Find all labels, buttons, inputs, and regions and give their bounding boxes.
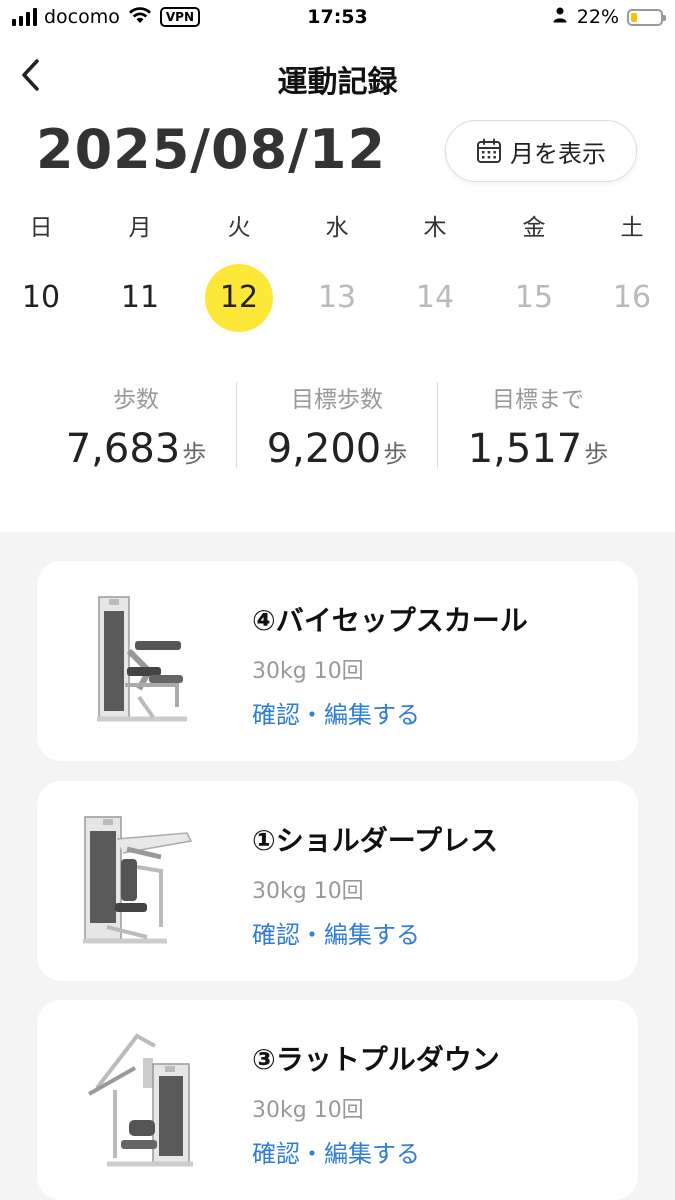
- day-number: 12: [205, 264, 273, 332]
- day-sun[interactable]: 日 10: [6, 210, 76, 332]
- day-number: 11: [120, 280, 160, 315]
- day-of-week-label: 水: [325, 215, 349, 241]
- day-number: 13: [317, 280, 357, 315]
- day-of-week-label: 月: [128, 215, 152, 241]
- carrier-name: docomo: [44, 6, 120, 28]
- show-month-button[interactable]: 月を表示: [445, 120, 637, 182]
- stat-remaining: 目標まで 1,517歩: [438, 380, 638, 472]
- calendar-icon: [477, 138, 501, 163]
- shoulder-press-machine-icon: [83, 816, 193, 944]
- status-right: 22%: [553, 6, 666, 28]
- day-of-week-label: 木: [423, 215, 447, 241]
- day-of-week-label: 日: [29, 215, 53, 241]
- day-sat[interactable]: 土 16: [597, 210, 667, 332]
- exercise-title: ④バイセップスカール: [252, 604, 528, 637]
- stat-value: 1,517: [467, 426, 583, 472]
- stat-unit: 歩: [584, 440, 609, 468]
- battery-level-fill: [631, 12, 637, 22]
- stat-goal-steps: 目標歩数 9,200歩: [237, 380, 437, 472]
- exercise-card[interactable]: ①ショルダープレス 30kg 10回 確認・編集する: [37, 781, 638, 981]
- page-title: 運動記録: [277, 65, 398, 100]
- exercise-card[interactable]: ④バイセップスカール 30kg 10回 確認・編集する: [37, 561, 638, 761]
- day-thu[interactable]: 木 14: [400, 210, 470, 332]
- person-icon: [553, 7, 567, 27]
- stat-value: 9,200: [266, 426, 382, 472]
- day-of-week-label: 金: [522, 215, 546, 241]
- day-number: 10: [21, 280, 61, 315]
- stat-label: 目標まで: [492, 387, 584, 413]
- battery-icon: [627, 8, 666, 26]
- edit-link[interactable]: 確認・編集する: [252, 915, 420, 950]
- exercise-detail: 30kg 10回: [252, 1098, 364, 1123]
- day-tue-selected[interactable]: 火 12: [204, 210, 274, 332]
- exercise-title: ③ラットプルダウン: [252, 1043, 500, 1076]
- stat-value: 7,683: [65, 426, 181, 472]
- stat-unit: 歩: [182, 440, 207, 468]
- stat-label: 目標歩数: [291, 387, 383, 413]
- signal-icon: [12, 8, 37, 26]
- day-number: 15: [514, 280, 554, 315]
- exercise-detail: 30kg 10回: [252, 659, 364, 684]
- lat-pulldown-machine-icon: [88, 1033, 193, 1167]
- bicep-curl-machine-icon: [97, 596, 187, 722]
- edit-link[interactable]: 確認・編集する: [252, 1134, 420, 1169]
- nav-header: 運動記録: [0, 45, 675, 105]
- day-of-week-label: 土: [620, 215, 644, 241]
- exercise-title: ①ショルダープレス: [252, 824, 499, 857]
- exercise-card[interactable]: ③ラットプルダウン 30kg 10回 確認・編集する: [37, 1000, 638, 1200]
- step-stats: 歩数 7,683歩 目標歩数 9,200歩 目標まで 1,517歩: [0, 380, 675, 480]
- day-fri[interactable]: 金 15: [499, 210, 569, 332]
- status-bar: docomo VPN 17:53 22%: [0, 0, 675, 40]
- wifi-icon: [128, 6, 152, 28]
- edit-link[interactable]: 確認・編集する: [252, 695, 420, 730]
- day-number: 14: [415, 280, 455, 315]
- stat-unit: 歩: [383, 440, 408, 468]
- selected-date: 2025/08/12: [36, 118, 387, 181]
- day-of-week-label: 火: [227, 215, 251, 241]
- day-wed[interactable]: 水 13: [302, 210, 372, 332]
- battery-percent: 22%: [576, 6, 619, 28]
- exercise-detail: 30kg 10回: [252, 879, 364, 904]
- day-number: 16: [612, 280, 652, 315]
- stat-label: 歩数: [113, 387, 159, 413]
- day-mon[interactable]: 月 11: [105, 210, 175, 332]
- vpn-badge: VPN: [159, 7, 201, 27]
- status-left: docomo VPN: [12, 6, 201, 28]
- stat-steps: 歩数 7,683歩: [36, 380, 236, 472]
- show-month-label: 月を表示: [510, 139, 606, 168]
